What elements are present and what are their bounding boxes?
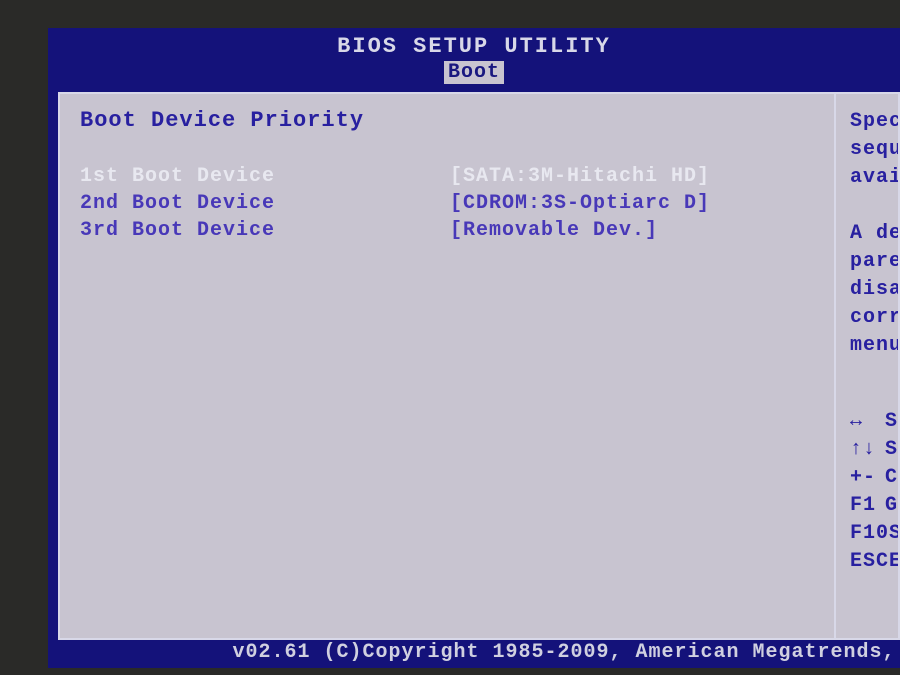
help-line: avail bbox=[850, 164, 898, 192]
key-desc: Ex bbox=[889, 548, 900, 576]
key-desc: C bbox=[885, 464, 898, 492]
help-line: disabl bbox=[850, 276, 898, 304]
boot-label-1: 1st Boot Device bbox=[80, 165, 450, 188]
bios-screen: BIOS SETUP UTILITY Boot Boot Device Prio… bbox=[48, 28, 900, 668]
help-line: parent bbox=[850, 248, 898, 276]
title-bar: BIOS SETUP UTILITY bbox=[48, 28, 900, 59]
footer-copyright: v02.61 (C)Copyright 1985-2009, American … bbox=[228, 641, 900, 664]
key-row: +- C bbox=[850, 464, 898, 492]
help-panel: Speci seque avail A dev parent disabl co… bbox=[836, 92, 900, 640]
boot-device-2[interactable]: 2nd Boot Device [CDROM:3S-Optiarc D] bbox=[80, 192, 814, 215]
left-panel: Boot Device Priority 1st Boot Device [SA… bbox=[58, 92, 836, 640]
section-title: Boot Device Priority bbox=[80, 108, 814, 133]
boot-label-3: 3rd Boot Device bbox=[80, 219, 450, 242]
help-text: Speci seque avail A dev parent disabl co… bbox=[850, 108, 898, 360]
boot-label-2: 2nd Boot Device bbox=[80, 192, 450, 215]
key-esc: ESC bbox=[850, 548, 889, 576]
key-f10: F10 bbox=[850, 520, 889, 548]
boot-value-3: [Removable Dev.] bbox=[450, 219, 658, 242]
key-row: ESC Ex bbox=[850, 548, 898, 576]
help-line: menu. bbox=[850, 332, 898, 360]
help-line: corres bbox=[850, 304, 898, 332]
key-row: F1 G bbox=[850, 492, 898, 520]
plus-minus-icon: +- bbox=[850, 464, 885, 492]
boot-value-1: [SATA:3M-Hitachi HD] bbox=[450, 165, 710, 188]
boot-device-3[interactable]: 3rd Boot Device [Removable Dev.] bbox=[80, 219, 814, 242]
key-desc: G bbox=[885, 492, 898, 520]
key-desc: Sa bbox=[889, 520, 900, 548]
arrow-lr-icon: ↔ bbox=[850, 408, 885, 436]
key-desc: S bbox=[885, 408, 898, 436]
key-row: F10 Sa bbox=[850, 520, 898, 548]
main-area: Boot Device Priority 1st Boot Device [SA… bbox=[58, 92, 900, 640]
help-line: A dev bbox=[850, 220, 898, 248]
help-line: Speci bbox=[850, 108, 898, 136]
tab-boot[interactable]: Boot bbox=[444, 61, 504, 84]
key-desc: S bbox=[885, 436, 898, 464]
key-row: ↔ S bbox=[850, 408, 898, 436]
key-f1: F1 bbox=[850, 492, 885, 520]
arrow-ud-icon: ↑↓ bbox=[850, 436, 885, 464]
boot-value-2: [CDROM:3S-Optiarc D] bbox=[450, 192, 710, 215]
key-row: ↑↓ S bbox=[850, 436, 898, 464]
help-line: seque bbox=[850, 136, 898, 164]
monitor-bezel: BIOS SETUP UTILITY Boot Boot Device Prio… bbox=[0, 0, 900, 675]
boot-device-1[interactable]: 1st Boot Device [SATA:3M-Hitachi HD] bbox=[80, 165, 814, 188]
tab-row: Boot bbox=[48, 61, 900, 84]
key-legend: ↔ S ↑↓ S +- C F1 G bbox=[850, 408, 898, 576]
